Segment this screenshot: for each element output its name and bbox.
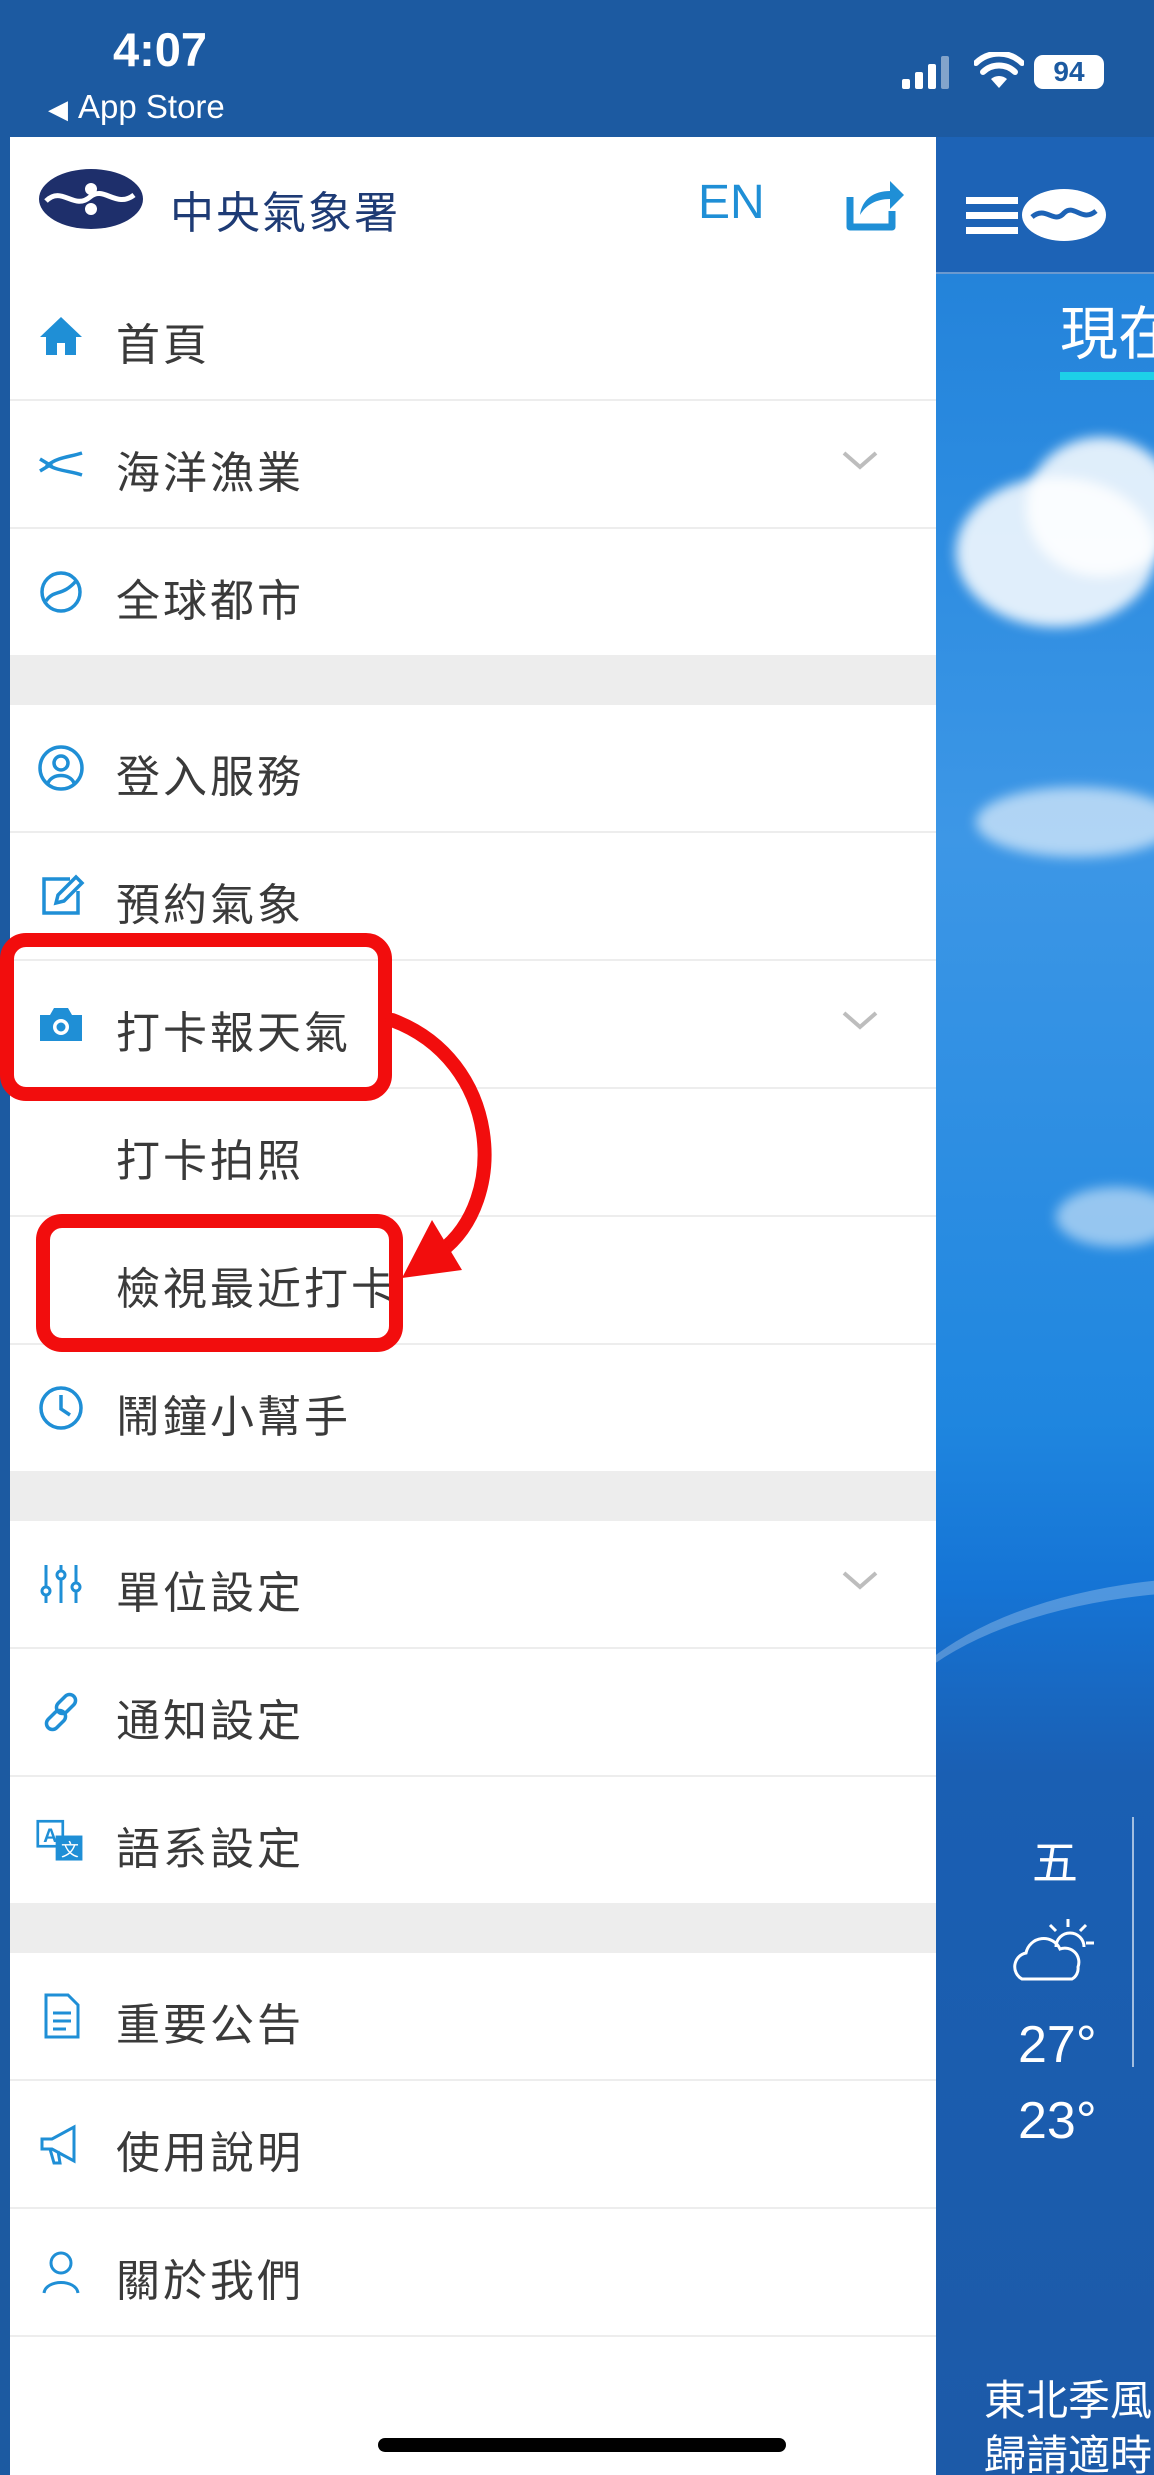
home-indicator	[378, 2438, 786, 2452]
annotation-arrow	[385, 1013, 492, 1278]
